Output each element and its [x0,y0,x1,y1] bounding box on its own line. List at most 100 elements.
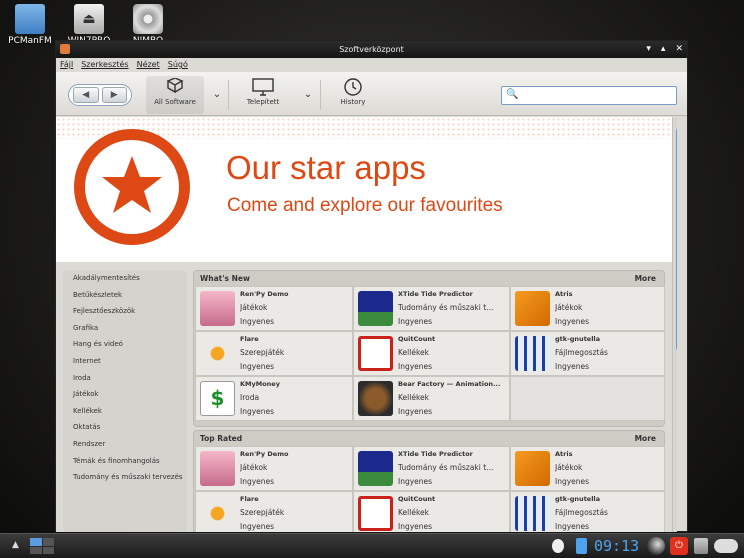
app-tile[interactable]: XTide Tide Predictor Tudomány és műszaki… [353,286,510,331]
app-tile[interactable]: Ren'Py Demo Játékok Ingyenes [195,446,353,491]
menu-help[interactable]: Súgó [168,58,188,72]
workspace-switcher[interactable] [30,538,54,554]
whats-new-section: What's New More Ren'Py Demo Játékok Ingy… [193,270,665,427]
more-button[interactable]: More [635,271,656,286]
all-software-button[interactable]: All Software [146,76,204,114]
app-tile[interactable]: Atris Játékok Ingyenes [510,286,665,331]
moon-icon[interactable] [647,537,665,555]
app-name: Ren'Py Demo [240,450,289,458]
scroll-down-icon[interactable]: ⌄ [673,521,677,530]
app-tile[interactable]: Flare Szerepjáték Ingyenes [195,331,353,376]
gnutella-icon [515,496,550,531]
clipboard-icon[interactable] [576,538,587,554]
menu-view[interactable]: Nézet [137,58,160,72]
app-name: QuitCount [398,495,436,503]
app-tile[interactable]: gtk-gnutella Fájlmegosztás Ingyenes [510,491,665,532]
app-tile[interactable]: XTide Tide Predictor Tudomány és műszaki… [353,446,510,491]
close-button[interactable]: ✕ [675,41,683,58]
app-category: Fájlmegosztás [555,348,608,357]
category-item[interactable]: Rendszer [63,436,187,453]
category-item[interactable]: Fejlesztőeszközök [63,303,187,320]
category-item[interactable]: Akadálymentesítés [63,270,187,287]
money-document-icon: $ [200,381,235,416]
arrow-right-icon: ▶ [110,90,118,100]
vertical-scrollbar[interactable]: ⌄ [672,117,677,532]
app-price: Ingyenes [398,477,433,486]
section-title: Top Rated [200,434,243,443]
app-tile[interactable]: QuitCount Kellékek Ingyenes [353,491,510,532]
category-item[interactable]: Internet [63,353,187,370]
installed-dropdown[interactable]: ⌄ [300,84,316,106]
forward-button[interactable]: ▶ [101,87,127,103]
back-button[interactable]: ◀ [73,87,99,103]
star-icon [74,129,190,245]
category-item[interactable]: Oktatás [63,419,187,436]
app-name: XTide Tide Predictor [398,290,473,298]
category-item[interactable]: Témák és finomhangolás [63,453,187,470]
taskbar: ▲ 09:13 ⏻ [0,533,744,558]
app-name: KMyMoney [240,380,280,388]
featured-banner[interactable]: Our star apps Come and explore our favou… [56,117,672,262]
main-content: Our star apps Come and explore our favou… [56,117,677,532]
chevron-down-icon: ⌄ [212,89,222,100]
app-category: Szerepjáték [240,508,285,517]
app-price: Ingyenes [555,362,590,371]
app-category: Fájlmegosztás [555,508,608,517]
category-item[interactable]: Játékok [63,386,187,403]
app-tile[interactable]: gtk-gnutella Fájlmegosztás Ingyenes [510,331,665,376]
network-icon[interactable] [714,539,738,553]
banner-subtitle: Come and explore our favourites [227,195,503,216]
category-sidebar: Akadálymentesítés Betűkészletek Fejleszt… [63,270,187,532]
app-price: Ingyenes [240,522,275,531]
no-smoking-icon [358,496,393,531]
bulb-icon[interactable] [552,539,564,553]
app-category: Kellékek [398,348,429,357]
app-tile[interactable]: $ KMyMoney Iroda Ingyenes [195,376,353,421]
anime-girl-icon [200,291,235,326]
all-software-dropdown[interactable]: ⌄ [209,84,225,106]
app-tile-empty [510,376,665,421]
minimize-button[interactable]: ▴ [661,41,666,58]
app-price: Ingyenes [398,362,433,371]
app-icon [60,44,70,54]
history-label: History [340,98,366,106]
bear-icon [358,381,393,416]
app-price: Ingyenes [240,317,275,326]
category-item[interactable]: Kellékek [63,403,187,420]
category-item[interactable]: Iroda [63,370,187,387]
window-titlebar[interactable]: Szoftverközpont ▾ ▴ ✕ [56,41,687,58]
tide-night-icon [358,291,393,326]
search-input[interactable]: 🔍 [501,86,677,105]
scrollbar-thumb[interactable] [676,127,677,352]
app-tile[interactable]: Bear Factory — Animation... Kellékek Ing… [353,376,510,421]
section-title: What's New [200,274,250,283]
history-button[interactable]: History [332,76,374,114]
app-price: Ingyenes [555,317,590,326]
section-header: What's New More [194,271,664,286]
app-category: Játékok [240,463,268,472]
app-tile[interactable]: Flare Szerepjáték Ingyenes [195,491,353,532]
category-item[interactable]: Betűkészletek [63,287,187,304]
app-tile[interactable]: QuitCount Kellékek Ingyenes [353,331,510,376]
category-item[interactable]: Grafika [63,320,187,337]
app-tile[interactable]: Atris Játékok Ingyenes [510,446,665,491]
category-item[interactable]: Hang és videó [63,336,187,353]
app-category: Iroda [240,393,260,402]
menu-arrow-icon[interactable]: ▲ [12,540,19,550]
menu-file[interactable]: Fájl [60,58,73,72]
app-name: gtk-gnutella [555,495,601,503]
toolbar-divider [320,80,321,110]
clock[interactable]: 09:13 [594,537,639,555]
app-price: Ingyenes [240,407,275,416]
category-item[interactable]: Tudomány és műszaki tervezés [63,469,187,486]
app-name: Atris [555,450,573,458]
installed-button[interactable]: Telepített [238,76,288,114]
menu-edit[interactable]: Szerkesztés [81,58,128,72]
app-price: Ingyenes [555,477,590,486]
app-tile[interactable]: Ren'Py Demo Játékok Ingyenes [195,286,353,331]
app-category: Kellékek [398,393,429,402]
more-button[interactable]: More [635,431,656,446]
power-icon[interactable]: ⏻ [670,537,688,555]
window-menu-button[interactable]: ▾ [646,41,651,58]
battery-icon[interactable] [694,538,708,554]
